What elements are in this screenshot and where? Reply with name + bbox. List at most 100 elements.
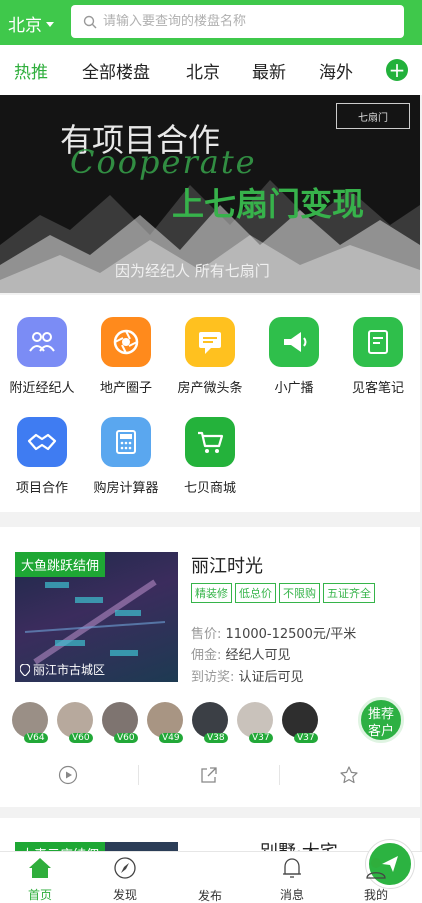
level-badge: V38 <box>204 733 228 743</box>
location-label: 丽江市古城区 <box>33 663 106 677</box>
nav-publish[interactable]: 发布 <box>180 840 414 903</box>
tab-beijing[interactable]: 北京 <box>186 58 220 83</box>
people-icon <box>17 317 67 367</box>
calculator-icon <box>101 417 151 467</box>
nav-discover[interactable]: 发现 <box>95 856 155 903</box>
divider <box>138 765 139 785</box>
nav-profile[interactable]: 我的 <box>346 856 406 903</box>
listing-location: 丽江市古城区 <box>20 661 105 678</box>
bottom-nav: 首页 发现 发布 消息 我的 <box>0 840 422 903</box>
brand-logo: 七扇门 <box>336 103 410 129</box>
menu-label: 购房计算器 <box>93 481 159 496</box>
listing-image[interactable]: 大鱼跳跃结佣 丽江市古城区 <box>15 552 178 682</box>
feature-chip: 精装修 <box>191 583 232 603</box>
feature-chip: 低总价 <box>235 583 276 603</box>
level-badge: V60 <box>69 733 93 743</box>
menu-circle[interactable]: 地产圈子 <box>84 317 168 396</box>
tab-overseas[interactable]: 海外 <box>319 58 353 83</box>
nav-home[interactable]: 首页 <box>10 856 70 903</box>
compass-icon <box>114 857 136 879</box>
profile-icon <box>366 858 386 879</box>
home-icon <box>29 858 51 878</box>
recommend-label: 推荐 <box>367 707 394 722</box>
avatar[interactable]: V60 <box>102 702 138 743</box>
city-label: 北京 <box>8 16 42 36</box>
avatar[interactable]: V37 <box>237 702 273 743</box>
nav-label: 首页 <box>27 888 52 902</box>
level-badge: V60 <box>114 733 138 743</box>
feature-chip: 不限购 <box>279 583 320 603</box>
nav-label: 发布 <box>197 889 222 903</box>
menu-label: 项目合作 <box>15 481 68 496</box>
share-icon[interactable] <box>199 765 219 785</box>
search-icon <box>83 15 97 28</box>
notes-icon <box>353 317 403 367</box>
top-bar: 北京 <box>0 0 422 45</box>
level-badge: V49 <box>159 733 183 743</box>
banner-caption: 因为经纪人 所有七扇门 <box>115 262 270 280</box>
visit-label: 到访奖: <box>191 670 235 685</box>
visit-row: 到访奖: 认证后可见 <box>191 666 304 685</box>
avatar[interactable]: V60 <box>57 702 93 743</box>
nav-label: 我的 <box>363 888 388 902</box>
price-row: 售价: 11000-12500元/平米 <box>191 623 356 642</box>
nav-label: 发现 <box>112 888 137 902</box>
listing-actions <box>0 760 420 790</box>
location-icon <box>20 663 30 676</box>
cart-icon <box>185 417 235 467</box>
commission-value: 经纪人可见 <box>225 648 291 663</box>
listing-chips: 精装修 低总价 不限购 五证齐全 <box>191 583 375 603</box>
menu-cooperation[interactable]: 项目合作 <box>0 417 84 496</box>
megaphone-icon <box>269 317 319 367</box>
banner-slogan: 上七扇门变现 <box>172 185 365 223</box>
aperture-icon <box>101 317 151 367</box>
message-icon <box>185 317 235 367</box>
commission-label: 佣金: <box>191 648 222 663</box>
add-tab-icon[interactable]: + <box>386 59 408 81</box>
feature-menu: 附近经纪人 地产圈子 房产微头条 小广播 见客笔记 项目合作 购房计算器 七贝商… <box>0 295 420 512</box>
avatar[interactable]: V38 <box>192 702 228 743</box>
tab-all[interactable]: 全部楼盘 <box>82 58 150 83</box>
avatar[interactable]: V37 <box>282 702 318 743</box>
nav-messages[interactable]: 消息 <box>262 856 322 903</box>
city-selector[interactable]: 北京 <box>8 11 54 36</box>
promo-banner[interactable]: 有项目合作 Cooperate 上七扇门变现 因为经纪人 所有七扇门 七扇门 <box>0 95 420 293</box>
nav-label: 消息 <box>279 888 304 902</box>
feature-chip: 五证齐全 <box>323 583 375 603</box>
menu-label: 七贝商城 <box>183 481 236 496</box>
agent-avatars: V64 V60 V60 V49 V38 V37 V37 <box>12 702 318 743</box>
menu-label: 见客笔记 <box>351 381 404 396</box>
menu-broadcast[interactable]: 小广播 <box>252 317 336 396</box>
menu-notes[interactable]: 见客笔记 <box>336 317 420 396</box>
avatar[interactable]: V49 <box>147 702 183 743</box>
star-icon[interactable] <box>339 765 359 785</box>
commission-row: 佣金: 经纪人可见 <box>191 644 291 663</box>
listing-title[interactable]: 丽江时光 <box>191 552 263 578</box>
recommend-client-button[interactable]: 推荐 客户 <box>358 697 404 743</box>
listing-card[interactable]: 大鱼跳跃结佣 丽江市古城区 丽江时光 精装修 低总价 不限购 五证齐全 售价: … <box>0 527 420 807</box>
tab-hot[interactable]: 热推 <box>14 58 48 83</box>
listing-tag: 大鱼跳跃结佣 <box>15 552 106 577</box>
menu-label: 附近经纪人 <box>9 381 75 396</box>
menu-label: 地产圈子 <box>99 381 152 396</box>
price-value: 11000-12500元/平米 <box>225 627 357 642</box>
menu-label: 小广播 <box>274 381 314 396</box>
visit-value: 认证后可见 <box>238 670 304 685</box>
tab-latest[interactable]: 最新 <box>252 58 286 83</box>
divider <box>279 765 280 785</box>
search-box[interactable] <box>71 5 404 38</box>
menu-mall[interactable]: 七贝商城 <box>168 417 252 496</box>
recommend-label: 客户 <box>367 724 394 739</box>
menu-label: 房产微头条 <box>177 381 243 396</box>
level-badge: V37 <box>249 733 273 743</box>
chevron-down-icon <box>46 22 54 27</box>
search-input[interactable] <box>103 14 383 29</box>
price-label: 售价: <box>191 627 222 642</box>
menu-nearby-agents[interactable]: 附近经纪人 <box>0 317 84 396</box>
menu-headlines[interactable]: 房产微头条 <box>168 317 252 396</box>
category-tabs: 热推 全部楼盘 北京 最新 海外 + <box>0 45 422 95</box>
play-icon[interactable] <box>58 765 78 785</box>
bell-icon <box>283 858 301 878</box>
avatar[interactable]: V64 <box>12 702 48 743</box>
menu-calculator[interactable]: 购房计算器 <box>84 417 168 496</box>
